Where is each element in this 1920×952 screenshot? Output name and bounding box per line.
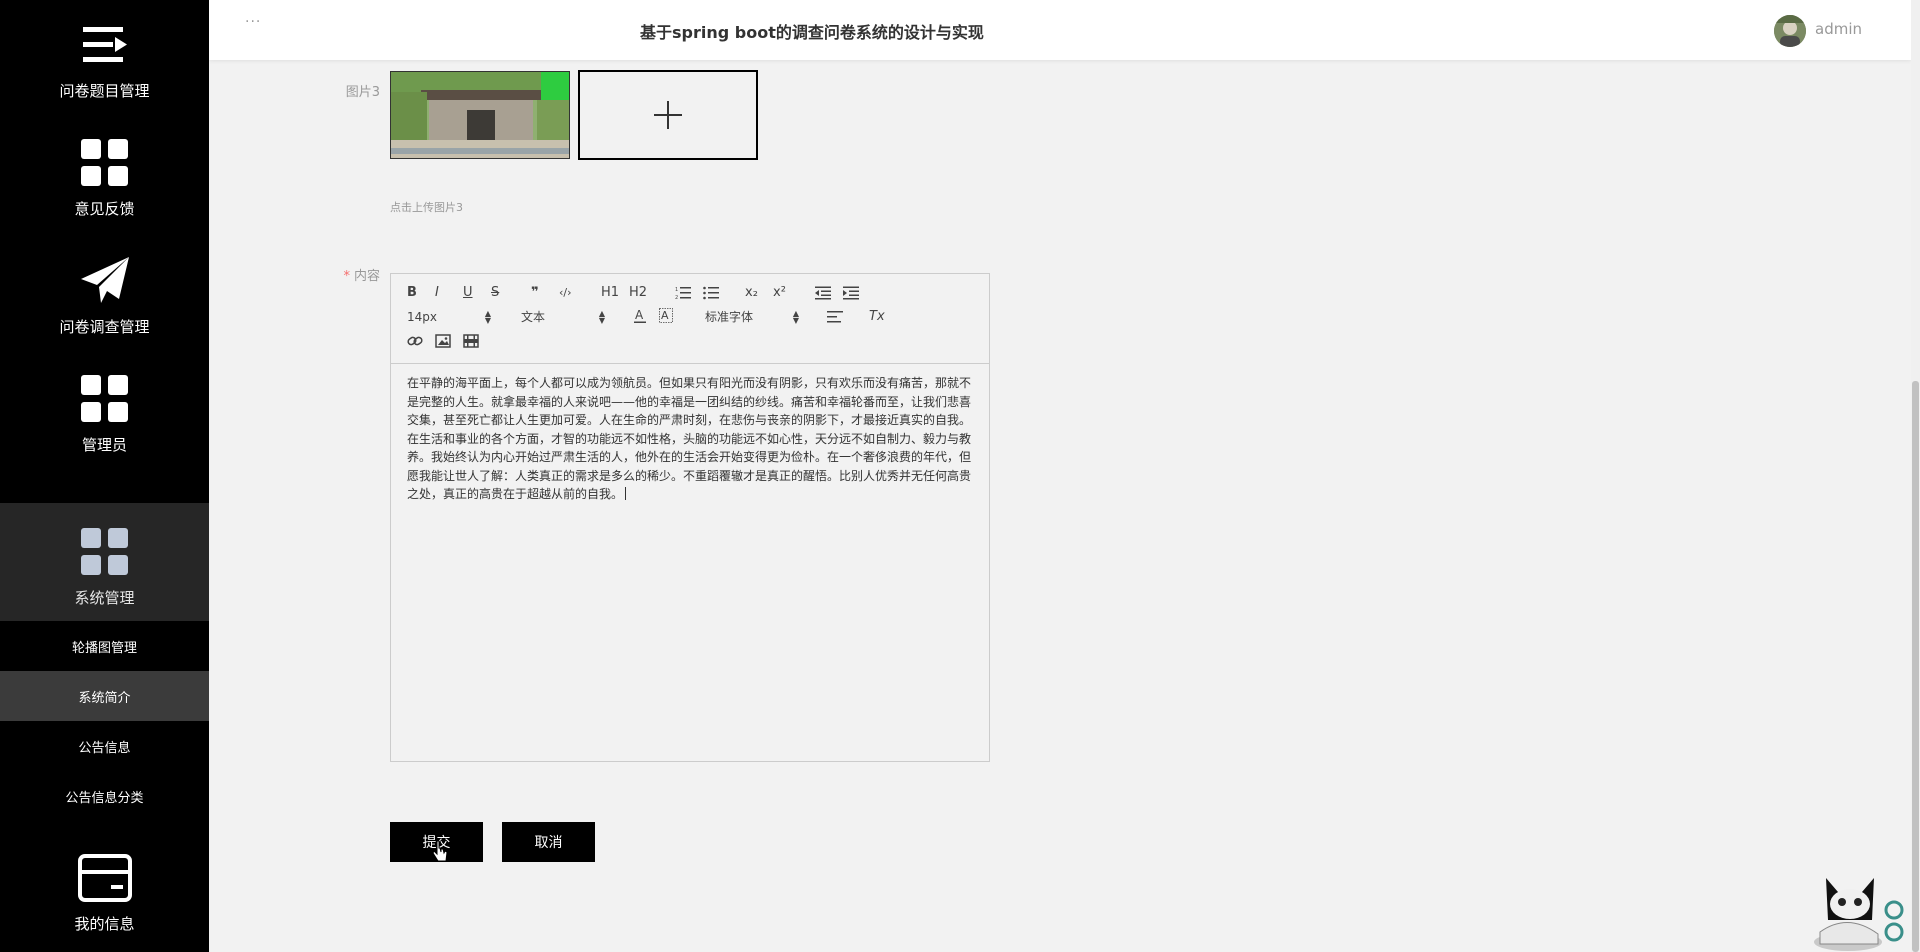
menu-arrow-icon (77, 20, 133, 70)
svg-text:A: A (661, 309, 669, 322)
sidebar-item-label: 系统管理 (74, 589, 135, 607)
sidebar-item-label: 问卷调查管理 (59, 318, 150, 336)
sidebar-item-system[interactable]: 系统管理 (0, 503, 209, 621)
align-icon[interactable] (827, 310, 843, 330)
editor-toolbar: B I U S ❞ ‹/› H1 H2 12 x₂ x² 14px ▲ ▼ 文本 ▲ ▼… (391, 274, 989, 364)
strike-button[interactable]: S (491, 284, 499, 302)
sidebar-item-my-info[interactable]: 我的信息 (0, 833, 209, 951)
background-color-icon[interactable]: A (659, 308, 673, 330)
upload-hint: 点击上传图片3 (390, 201, 463, 214)
plus-icon (654, 101, 682, 129)
paper-plane-icon (77, 256, 133, 306)
svg-text:1: 1 (675, 287, 678, 293)
rich-text-editor: B I U S ❞ ‹/› H1 H2 12 x₂ x² 14px ▲ ▼ 文本 ▲ ▼… (390, 273, 990, 762)
grid-icon (77, 374, 133, 424)
card-icon (77, 853, 133, 903)
sidebar-subitem-system-intro[interactable]: 系统简介 (0, 671, 209, 721)
blockquote-button[interactable]: ❞ (531, 284, 539, 302)
underline-button[interactable]: U (463, 284, 473, 302)
sidebar-subitem-notice[interactable]: 公告信息 (0, 721, 209, 771)
page-scrollbar[interactable] (1911, 0, 1920, 952)
header-select[interactable]: 文本 ▲ ▼ (521, 308, 605, 326)
italic-button[interactable]: I (435, 284, 439, 302)
sidebar-item-survey-management[interactable]: 问卷调查管理 (0, 236, 209, 354)
h2-button[interactable]: H2 (629, 284, 647, 302)
sidebar-item-label: 意见反馈 (74, 200, 135, 218)
text-cursor (625, 487, 627, 500)
sidebar-item-label: 问卷题目管理 (59, 82, 150, 100)
image-icon[interactable] (435, 334, 451, 354)
code-block-button[interactable]: ‹/› (559, 284, 572, 302)
page-title: 基于spring boot的调查问卷系统的设计与实现 (640, 23, 984, 42)
h1-button[interactable]: H1 (601, 284, 619, 302)
sidebar-item-feedback[interactable]: 意见反馈 (0, 118, 209, 236)
ordered-list-icon[interactable]: 12 (675, 286, 691, 306)
sidebar: 问卷题目管理 意见反馈 问卷调查管理 管理员 系统管理 轮播图管理 系统简介 公… (0, 0, 209, 952)
mascot-icon (1808, 872, 1908, 952)
user-name[interactable]: admin (1815, 20, 1862, 38)
more-icon[interactable]: ··· (245, 14, 261, 30)
sidebar-item-survey-questions[interactable]: 问卷题目管理 (0, 0, 209, 118)
sidebar-subitem-carousel[interactable]: 轮播图管理 (0, 621, 209, 671)
indent-icon[interactable] (843, 286, 859, 306)
top-header: ··· 基于spring boot的调查问卷系统的设计与实现 admin (209, 0, 1911, 60)
sidebar-item-admin[interactable]: 管理员 (0, 354, 209, 472)
svg-text:A: A (635, 308, 644, 322)
sidebar-subitem-notice-category[interactable]: 公告信息分类 (0, 771, 209, 821)
mouse-pointer-icon (432, 840, 448, 868)
svg-text:2: 2 (675, 295, 678, 300)
image3-upload-button[interactable] (578, 70, 758, 160)
bullet-list-icon[interactable] (703, 286, 719, 306)
content-label: * 内容 (343, 269, 380, 284)
required-mark: * (343, 269, 350, 284)
editor-content[interactable]: 在平静的海平面上，每个人都可以成为领航员。但如果只有阳光而没有阴影，只有欢乐而没… (407, 374, 977, 504)
grid-icon (77, 138, 133, 188)
image3-label: 图片3 (345, 85, 380, 100)
subscript-button[interactable]: x₂ (745, 284, 758, 302)
font-family-select[interactable]: 标准字体 ▲ ▼ (705, 308, 799, 326)
link-icon[interactable] (407, 334, 423, 354)
sidebar-item-label: 我的信息 (74, 915, 135, 933)
superscript-button[interactable]: x² (773, 284, 786, 302)
sidebar-item-label: 管理员 (81, 436, 127, 454)
outdent-icon[interactable] (815, 286, 831, 306)
image3-thumbnail[interactable] (390, 71, 570, 159)
clean-format-button[interactable]: Tx (869, 308, 885, 326)
avatar[interactable] (1774, 15, 1806, 47)
font-size-select[interactable]: 14px ▲ ▼ (407, 308, 491, 326)
grid-icon (77, 527, 133, 577)
cancel-button[interactable]: 取消 (502, 822, 595, 862)
bold-button[interactable]: B (407, 284, 417, 302)
scrollbar-thumb[interactable] (1912, 381, 1919, 952)
video-icon[interactable] (463, 334, 479, 354)
font-color-icon[interactable]: A (633, 308, 647, 330)
